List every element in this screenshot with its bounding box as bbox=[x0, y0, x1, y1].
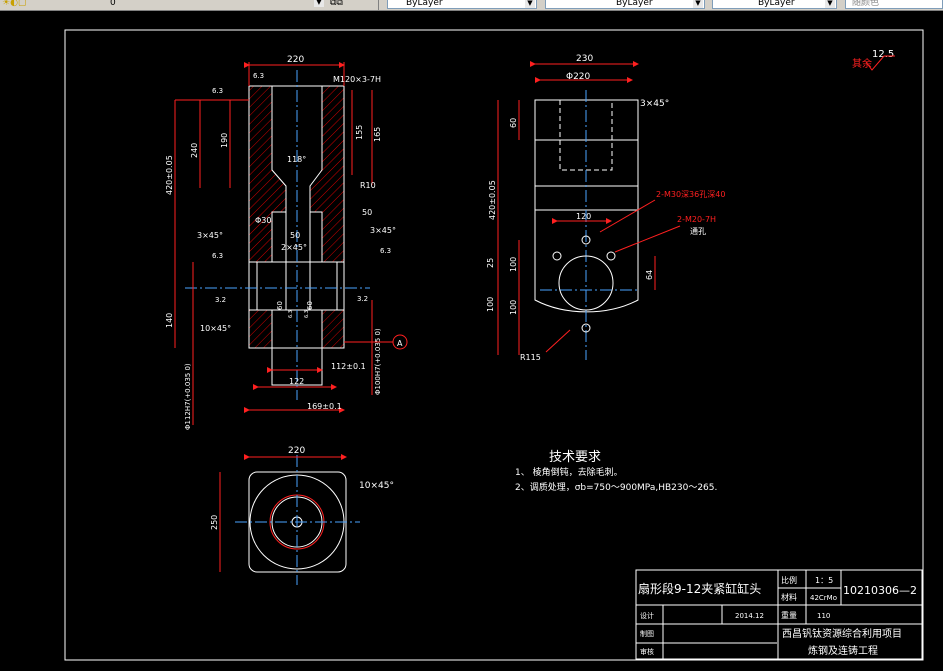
color-value: ByLayer bbox=[406, 0, 443, 8]
dim-120: 120 bbox=[576, 212, 591, 221]
dim-100b: 100 bbox=[486, 297, 495, 312]
draw-label: 制图 bbox=[640, 629, 654, 638]
r10: R10 bbox=[360, 181, 376, 190]
drawing-canvas[interactable]: 12.5 其余 220 M120×3-7H 6.3 6.3 420±0.05 2… bbox=[0, 11, 943, 671]
dim-122: 122 bbox=[289, 377, 304, 386]
layer-state-icons[interactable]: ☀◐▢ bbox=[2, 0, 26, 9]
dim-250: 250 bbox=[210, 515, 219, 530]
dim-220: 220 bbox=[287, 55, 304, 65]
r115: R115 bbox=[520, 353, 541, 362]
chamfer-3x45-left: 3×45° bbox=[197, 231, 223, 240]
dim-25: 25 bbox=[486, 258, 495, 268]
part-name: 扇形段9-12夹紧缸缸头 bbox=[638, 581, 761, 596]
project-line2: 炼钢及连铸工程 bbox=[808, 644, 878, 657]
dim-230: 230 bbox=[576, 54, 593, 64]
plotstyle-dropdown[interactable]: 随颜色 bbox=[845, 0, 943, 9]
side-view: 230 Φ220 3×45° 60 420±0.05 2-M30深36孔深40 … bbox=[486, 54, 725, 362]
dim-140: 140 bbox=[165, 313, 174, 328]
chevron-down-icon[interactable]: ▼ bbox=[825, 0, 835, 8]
dim-220: 220 bbox=[288, 446, 305, 456]
dim-190: 190 bbox=[220, 133, 229, 148]
phi220: Φ220 bbox=[566, 72, 591, 82]
tech-line1: 1、 棱角倒钝，去除毛刺。 bbox=[515, 466, 623, 478]
tech-requirements: 技术要求 1、 棱角倒钝，去除毛刺。 2、调质处理，σb=750～900MPa,… bbox=[515, 450, 717, 493]
roughness-note: 其余 bbox=[852, 57, 872, 70]
project-line1: 西昌钒钛资源综合利用项目 bbox=[782, 627, 902, 640]
hole-note-1: 2-M30深36孔深40 bbox=[656, 190, 725, 199]
color-dropdown[interactable]: ByLayer ▼ bbox=[387, 0, 537, 9]
rough-top: 6.3 bbox=[253, 72, 264, 80]
hole-note-2: 2-M20-7H bbox=[677, 215, 716, 224]
review-label: 审核 bbox=[640, 647, 654, 656]
rough-left-upper: 6.3 bbox=[212, 87, 223, 95]
rough-3-2-left: 3.2 bbox=[215, 296, 226, 304]
properties-toolbar: ☀◐▢ 0 ▼ ⧉⧉ ByLayer ▼ ByLayer ▼ ByLayer ▼ 随颜… bbox=[0, 0, 943, 11]
chevron-down-icon[interactable]: ▼ bbox=[693, 0, 703, 8]
design-label: 设计 bbox=[640, 611, 654, 620]
dim-50-mid: 50 bbox=[290, 231, 300, 240]
tech-title: 技术要求 bbox=[549, 450, 601, 465]
chevron-down-icon[interactable]: ▼ bbox=[314, 0, 324, 7]
chamfer-3x45-right: 3×45° bbox=[370, 226, 396, 235]
dim-50-right: 50 bbox=[362, 208, 372, 217]
small-6-3b: 6.3 bbox=[304, 310, 310, 318]
top-view: 220 250 10×45° bbox=[210, 446, 394, 585]
dim-112: 112±0.1 bbox=[331, 362, 366, 371]
chevron-down-icon[interactable]: ▼ bbox=[525, 0, 535, 8]
scale-label: 比例 bbox=[781, 575, 797, 585]
chamfer-10x45: 10×45° bbox=[200, 324, 231, 333]
sheet-border bbox=[64, 29, 924, 661]
lineweight-value: ByLayer bbox=[758, 0, 795, 8]
dim-165: 165 bbox=[373, 127, 382, 142]
cad-drawing[interactable]: 12.5 其余 220 M120×3-7H 6.3 6.3 420±0.05 2… bbox=[0, 11, 943, 671]
material-value: 42CrMo bbox=[810, 594, 837, 602]
dim-155: 155 bbox=[355, 125, 364, 140]
datum-a: A bbox=[397, 339, 403, 348]
angle-118: 118° bbox=[287, 155, 306, 164]
dim-420: 420±0.05 bbox=[488, 180, 497, 220]
hole-note-3: 通孔 bbox=[690, 226, 706, 236]
rough-3-2-right: 3.2 bbox=[357, 295, 368, 303]
chamfer-3x45: 3×45° bbox=[640, 99, 669, 109]
dim-60b: 60 bbox=[306, 301, 314, 310]
plotstyle-value: 随颜色 bbox=[852, 0, 880, 8]
lineweight-dropdown[interactable]: ByLayer ▼ bbox=[712, 0, 837, 9]
material-label: 材料 bbox=[781, 592, 797, 602]
tech-line2: 2、调质处理，σb=750～900MPa,HB230～265. bbox=[515, 481, 717, 493]
chamfer-2x45: 2×45° bbox=[281, 243, 307, 252]
phi30: Φ30 bbox=[255, 216, 271, 225]
dim-100a: 100 bbox=[509, 257, 518, 272]
weight-label: 重量 bbox=[781, 610, 797, 620]
date: 2014.12 bbox=[735, 612, 764, 620]
rough-6-3-left: 6.3 bbox=[212, 252, 223, 260]
dim-169: 169±0.1 bbox=[307, 402, 342, 411]
phi-100h7: Φ100H7(+0.035 0) bbox=[374, 328, 382, 395]
phi-112h7: Φ112H7(+0.035 0) bbox=[184, 363, 192, 430]
weight-value: 110 bbox=[817, 612, 830, 620]
small-6-3a: 6.3 bbox=[288, 310, 294, 318]
linetype-value: ByLayer bbox=[616, 0, 653, 8]
linetype-dropdown[interactable]: ByLayer ▼ bbox=[545, 0, 705, 9]
roughness-value: 12.5 bbox=[872, 49, 894, 60]
layer-dropdown-arrow[interactable]: ▼ bbox=[250, 0, 325, 9]
layer-tools-icon[interactable]: ⧉⧉ bbox=[330, 0, 343, 9]
dim-420: 420±0.05 bbox=[165, 155, 174, 195]
dim-64: 64 bbox=[645, 270, 654, 280]
rough-6-3-right: 6.3 bbox=[380, 247, 391, 255]
front-view: 220 M120×3-7H 6.3 6.3 420±0.05 240 190 1… bbox=[165, 55, 408, 430]
dim-60a: 60 bbox=[276, 301, 284, 310]
chamfer-10x45: 10×45° bbox=[359, 481, 394, 491]
dim-240: 240 bbox=[190, 143, 199, 158]
dim-100c: 100 bbox=[509, 300, 518, 315]
layer-value[interactable]: 0 bbox=[110, 0, 116, 9]
drawing-number: 10210306—2 bbox=[843, 584, 917, 597]
scale-value: 1：5 bbox=[815, 576, 833, 585]
thread-label: M120×3-7H bbox=[333, 75, 381, 84]
dim-60: 60 bbox=[509, 118, 518, 128]
general-roughness: 12.5 其余 bbox=[852, 49, 895, 71]
toolbar-separator bbox=[378, 0, 379, 10]
